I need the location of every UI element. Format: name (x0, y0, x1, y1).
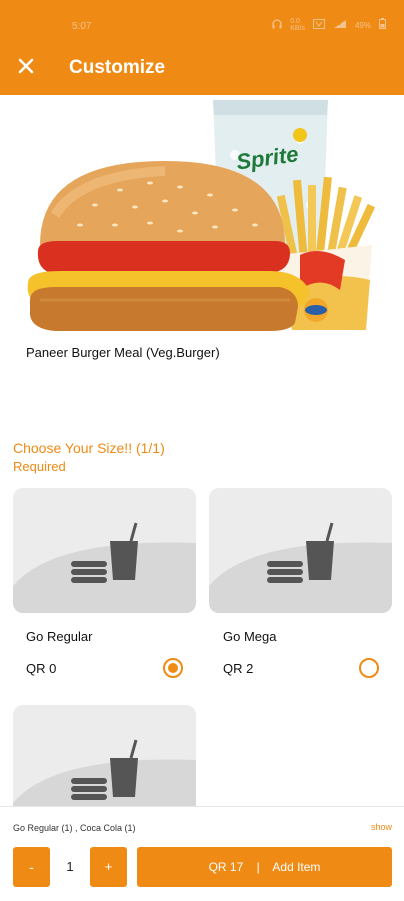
bottom-bar: Go Regular (1) , Coca Cola (1) show - 1 … (0, 806, 404, 901)
option-price-go-mega: QR 2 (223, 661, 254, 676)
signal-icon (333, 19, 347, 32)
quantity-value: 1 (66, 859, 74, 874)
app-bar: Customize (0, 40, 404, 95)
close-button[interactable] (14, 54, 38, 78)
option-label-go-mega: Go Mega (223, 629, 277, 644)
add-item-button[interactable]: QR 17 | Add Item (137, 847, 392, 887)
page-title: Customize (69, 57, 166, 78)
battery-percent: 49% (354, 20, 371, 30)
size-section-title: Choose Your Size!! (1/1) (13, 440, 165, 456)
decrease-quantity-button[interactable]: - (13, 847, 50, 887)
option-label-go-regular: Go Regular (26, 629, 93, 644)
status-icons: 0.0 KB/s 49% (272, 18, 386, 32)
required-label: Required (13, 459, 66, 474)
close-icon (18, 58, 34, 74)
add-item-divider: | (256, 860, 260, 874)
option-card-go-mega[interactable] (209, 488, 392, 613)
status-time: 5:07 (72, 21, 92, 32)
add-item-label: Add Item (272, 860, 321, 874)
data-speed-icon: 0.0 KB/s (290, 18, 305, 32)
vowifi-icon (312, 18, 325, 32)
battery-icon (379, 18, 386, 32)
selection-summary: Go Regular (1) , Coca Cola (1) (13, 823, 136, 833)
increase-quantity-button[interactable]: + (90, 847, 127, 887)
product-name: Paneer Burger Meal (Veg.Burger) (26, 345, 220, 360)
product-image: Sprite (0, 95, 404, 340)
show-link[interactable]: show (371, 822, 392, 832)
option-price-go-regular: QR 0 (26, 661, 57, 676)
headphone-icon (272, 18, 282, 32)
meal-size-icon (13, 522, 196, 613)
radio-go-regular[interactable] (163, 658, 183, 678)
radio-go-mega[interactable] (359, 658, 379, 678)
status-bar: 5:07 0.0 KB/s 49% (0, 0, 404, 40)
meal-size-icon (209, 522, 392, 613)
add-item-total: QR 17 (208, 860, 244, 874)
option-card-go-regular[interactable] (13, 488, 196, 613)
